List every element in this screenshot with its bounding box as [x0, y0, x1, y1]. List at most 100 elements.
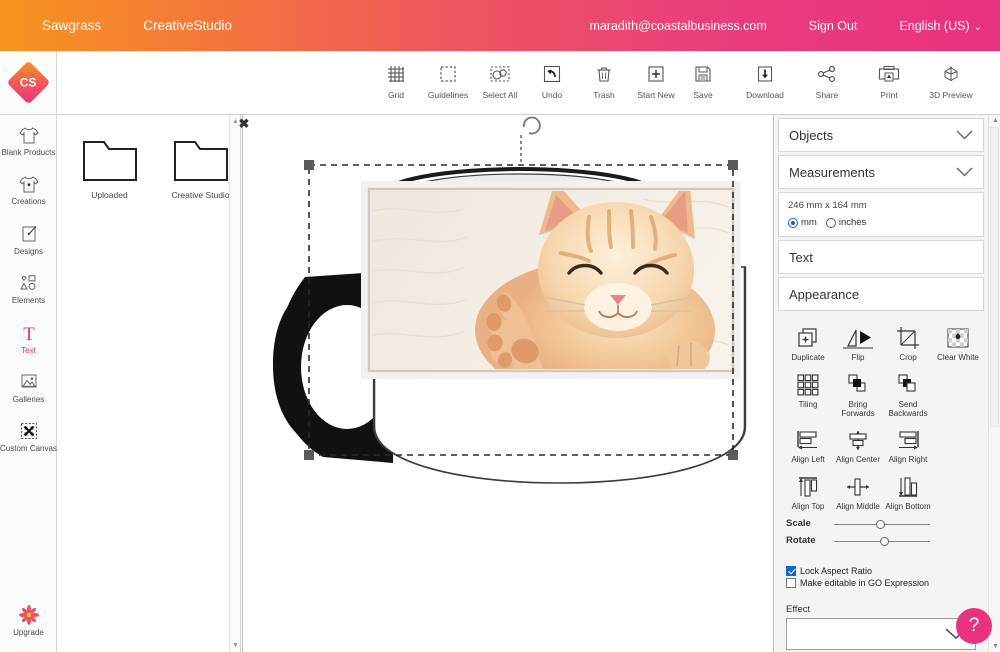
- image-icon: [19, 371, 39, 393]
- accordion-text[interactable]: Text: [778, 240, 984, 274]
- account-email[interactable]: maradith@coastalbusiness.com: [589, 19, 766, 33]
- duplicate-button[interactable]: Duplicate: [784, 322, 832, 363]
- chevron-down-icon: [956, 130, 973, 140]
- brand-creativestudio[interactable]: CreativeStudio: [143, 18, 232, 33]
- rotate-slider[interactable]: [834, 535, 930, 547]
- sidebar-item-upgrade[interactable]: Upgrade: [0, 595, 57, 644]
- sidebar-label-creations: Creations: [11, 197, 46, 207]
- effect-select[interactable]: [786, 617, 976, 650]
- toolbar-undo-button[interactable]: Undo: [528, 51, 576, 115]
- logo-diamond-icon: CS: [6, 60, 50, 105]
- mug-design-artboard[interactable]: [243, 115, 774, 652]
- scroll-down-icon[interactable]: ▼: [992, 643, 999, 650]
- accordion-measurements[interactable]: Measurements: [778, 155, 984, 189]
- 3d-preview-icon: [940, 61, 962, 87]
- properties-scrollbar[interactable]: ▲ ▼: [988, 115, 1000, 652]
- sidebar-item-elements[interactable]: Elements: [0, 263, 57, 312]
- align-center-label: Align Center: [835, 455, 881, 465]
- align-center-icon: [845, 424, 871, 452]
- align-center-button[interactable]: Align Center: [834, 424, 882, 465]
- kitten-photo-object[interactable]: [361, 177, 741, 400]
- send-backwards-button[interactable]: Send Backwards: [884, 369, 932, 419]
- guidelines-icon: [438, 61, 458, 87]
- sidebar-item-text[interactable]: T Text: [0, 313, 57, 362]
- align-top-button[interactable]: Align Top: [784, 471, 832, 512]
- unit-radio-group[interactable]: mm inches: [788, 217, 974, 228]
- rotate-slider-row[interactable]: Rotate: [778, 535, 984, 547]
- properties-panel: Objects Measurements 246 mm x 164 mm mm …: [775, 115, 1000, 652]
- appearance-body: Duplicate Flip Crop Clear White Tiling B…: [778, 314, 984, 650]
- go-expression-row[interactable]: Make editable in GO Expression: [778, 577, 984, 588]
- radio-mm-label: mm: [801, 217, 817, 228]
- sidebar-label-upgrade: Upgrade: [13, 627, 44, 637]
- rotate-slider-knob[interactable]: [880, 536, 889, 546]
- trash-icon: [595, 61, 613, 87]
- crop-label: Crop: [899, 353, 917, 362]
- bring-forwards-label: Bring Forwards: [841, 399, 875, 418]
- sidebar-item-creations[interactable]: Creations: [0, 164, 57, 213]
- go-expression-label: Make editable in GO Expression: [800, 577, 930, 588]
- tiling-button[interactable]: Tiling: [784, 369, 832, 419]
- toolbar-save-button[interactable]: Save: [677, 51, 729, 115]
- radio-inches[interactable]: [825, 217, 836, 228]
- rotate-handle[interactable]: [520, 116, 541, 165]
- appearance-row-3: Align Left Align Center Align Right: [778, 424, 984, 465]
- flip-button[interactable]: Flip: [834, 322, 882, 363]
- clear-white-button[interactable]: Clear White: [934, 322, 982, 363]
- share-icon: [816, 61, 838, 87]
- align-bottom-button[interactable]: Align Bottom: [884, 471, 932, 512]
- folder-item-uploaded[interactable]: Uploaded: [70, 139, 149, 200]
- align-middle-button[interactable]: Align Middle: [834, 471, 882, 512]
- measurements-body: 246 mm x 164 mm mm inches: [778, 192, 984, 237]
- properties-scrollbar-thumb[interactable]: [990, 127, 999, 427]
- app-logo[interactable]: CS: [0, 51, 57, 115]
- language-selector[interactable]: English (US) ⌄: [899, 19, 982, 33]
- go-expression-checkbox[interactable]: [786, 577, 796, 588]
- design-pen-icon: [19, 223, 39, 245]
- sidebar-label-designs: Designs: [14, 246, 43, 256]
- scale-slider-row[interactable]: Scale: [778, 518, 984, 530]
- scale-slider[interactable]: [834, 518, 930, 530]
- clear-white-icon: [946, 322, 970, 350]
- lock-aspect-ratio-checkbox[interactable]: [786, 565, 796, 576]
- sidebar-item-custom-canvas[interactable]: Custom Canvas: [0, 411, 57, 460]
- toolbar-select-all-button[interactable]: Select All: [476, 51, 524, 115]
- folder-label-creative-studio: Creative Studio: [171, 190, 230, 200]
- toolbar-right-group: Save Download Share Print 3D Preview: [672, 51, 982, 115]
- design-canvas[interactable]: [242, 115, 774, 652]
- language-label: English (US): [899, 18, 970, 33]
- toolbar-share-button[interactable]: Share: [801, 51, 853, 115]
- flip-icon: [841, 322, 875, 350]
- asset-panel-scrollbar[interactable]: ▲ ▼: [229, 115, 240, 652]
- toolbar-grid-button[interactable]: Grid: [372, 51, 420, 115]
- sidebar-item-designs[interactable]: Designs: [0, 214, 57, 263]
- toolbar-download-button[interactable]: Download: [739, 51, 791, 115]
- scroll-down-icon[interactable]: ▼: [232, 642, 239, 649]
- radio-mm[interactable]: [788, 217, 798, 228]
- toolbar-guidelines-button[interactable]: Guidelines: [424, 51, 472, 115]
- sign-out-link[interactable]: Sign Out: [809, 19, 858, 33]
- accordion-objects[interactable]: Objects: [778, 118, 984, 152]
- help-button[interactable]: ?: [956, 608, 992, 644]
- crop-button[interactable]: Crop: [884, 322, 932, 363]
- asset-browser-panel: ✖ Uploaded Creative Studio ▲ ▼: [58, 115, 249, 652]
- sidebar-label-elements: Elements: [11, 296, 46, 306]
- toolbar-trash-button[interactable]: Trash: [580, 51, 628, 115]
- lock-aspect-ratio-row[interactable]: Lock Aspect Ratio: [778, 565, 984, 576]
- scroll-up-icon[interactable]: ▲: [992, 117, 999, 124]
- align-right-label: Align Right: [888, 455, 928, 465]
- close-icon[interactable]: ✖: [237, 117, 251, 131]
- sidebar-item-blank-products[interactable]: Blank Products: [0, 115, 57, 164]
- accordion-appearance[interactable]: Appearance: [778, 277, 984, 311]
- sidebar-label-text: Text: [21, 345, 36, 355]
- brand-sawgrass[interactable]: Sawgrass: [42, 18, 101, 33]
- align-left-button[interactable]: Align Left: [784, 424, 832, 465]
- bring-forwards-button[interactable]: Bring Forwards: [834, 369, 882, 419]
- toolbar-3d-preview-button[interactable]: 3D Preview: [925, 51, 977, 115]
- toolbar-print-button[interactable]: Print: [863, 51, 915, 115]
- scale-slider-knob[interactable]: [876, 519, 885, 529]
- toolbar-guidelines-label: Guidelines: [427, 90, 469, 100]
- sidebar-item-galleries[interactable]: Galleries: [0, 362, 57, 411]
- appearance-row-4: Align Top Align Middle Align Bottom: [778, 471, 984, 512]
- align-right-button[interactable]: Align Right: [884, 424, 932, 465]
